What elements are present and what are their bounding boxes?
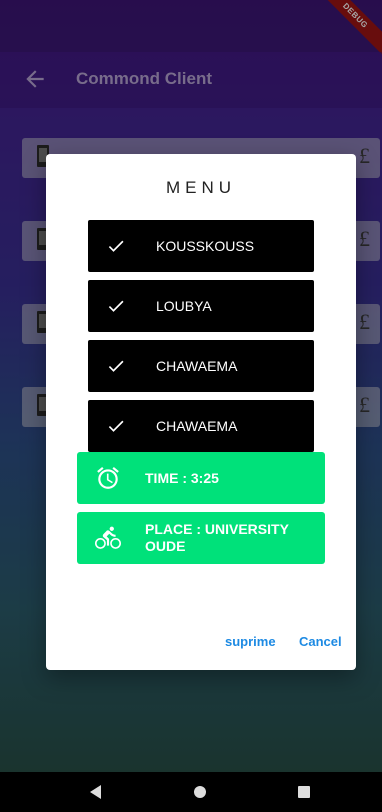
alarm-icon — [97, 466, 119, 489]
time-label: TIME : 3:25 — [145, 470, 219, 486]
menu-dialog: MENU KOUSSKOUSS LOUBYA CHAWAEMA CHAWAEMA… — [46, 154, 356, 670]
check-icon — [108, 240, 124, 252]
menu-item[interactable]: CHAWAEMA — [88, 400, 314, 452]
menu-item[interactable]: LOUBYA — [88, 280, 314, 332]
screen: DEBUG Commond Client £ £ £ £ MENU KOUSSK… — [0, 0, 382, 812]
place-card[interactable]: PLACE : UNIVERSITY OUDE — [77, 512, 325, 564]
menu-item-label: CHAWAEMA — [156, 358, 238, 374]
menu-item[interactable]: KOUSSKOUSS — [88, 220, 314, 272]
cancel-button[interactable]: Cancel — [299, 634, 342, 649]
check-icon — [108, 300, 124, 312]
check-icon — [108, 420, 124, 432]
menu-item-label: KOUSSKOUSS — [156, 238, 255, 254]
menu-item-label: CHAWAEMA — [156, 418, 238, 434]
check-icon — [108, 360, 124, 372]
menu-item[interactable]: CHAWAEMA — [88, 340, 314, 392]
back-triangle-icon[interactable] — [86, 782, 106, 802]
bicycle-icon — [95, 526, 121, 549]
navigation-bar — [0, 772, 382, 812]
time-card[interactable]: TIME : 3:25 — [77, 452, 325, 504]
place-label: PLACE : UNIVERSITY OUDE — [145, 521, 289, 554]
home-circle-icon[interactable] — [190, 782, 210, 802]
menu-item-label: LOUBYA — [156, 298, 212, 314]
dialog-title: MENU — [165, 178, 237, 197]
suprime-button[interactable]: suprime — [225, 634, 276, 649]
recents-square-icon[interactable] — [294, 782, 314, 802]
